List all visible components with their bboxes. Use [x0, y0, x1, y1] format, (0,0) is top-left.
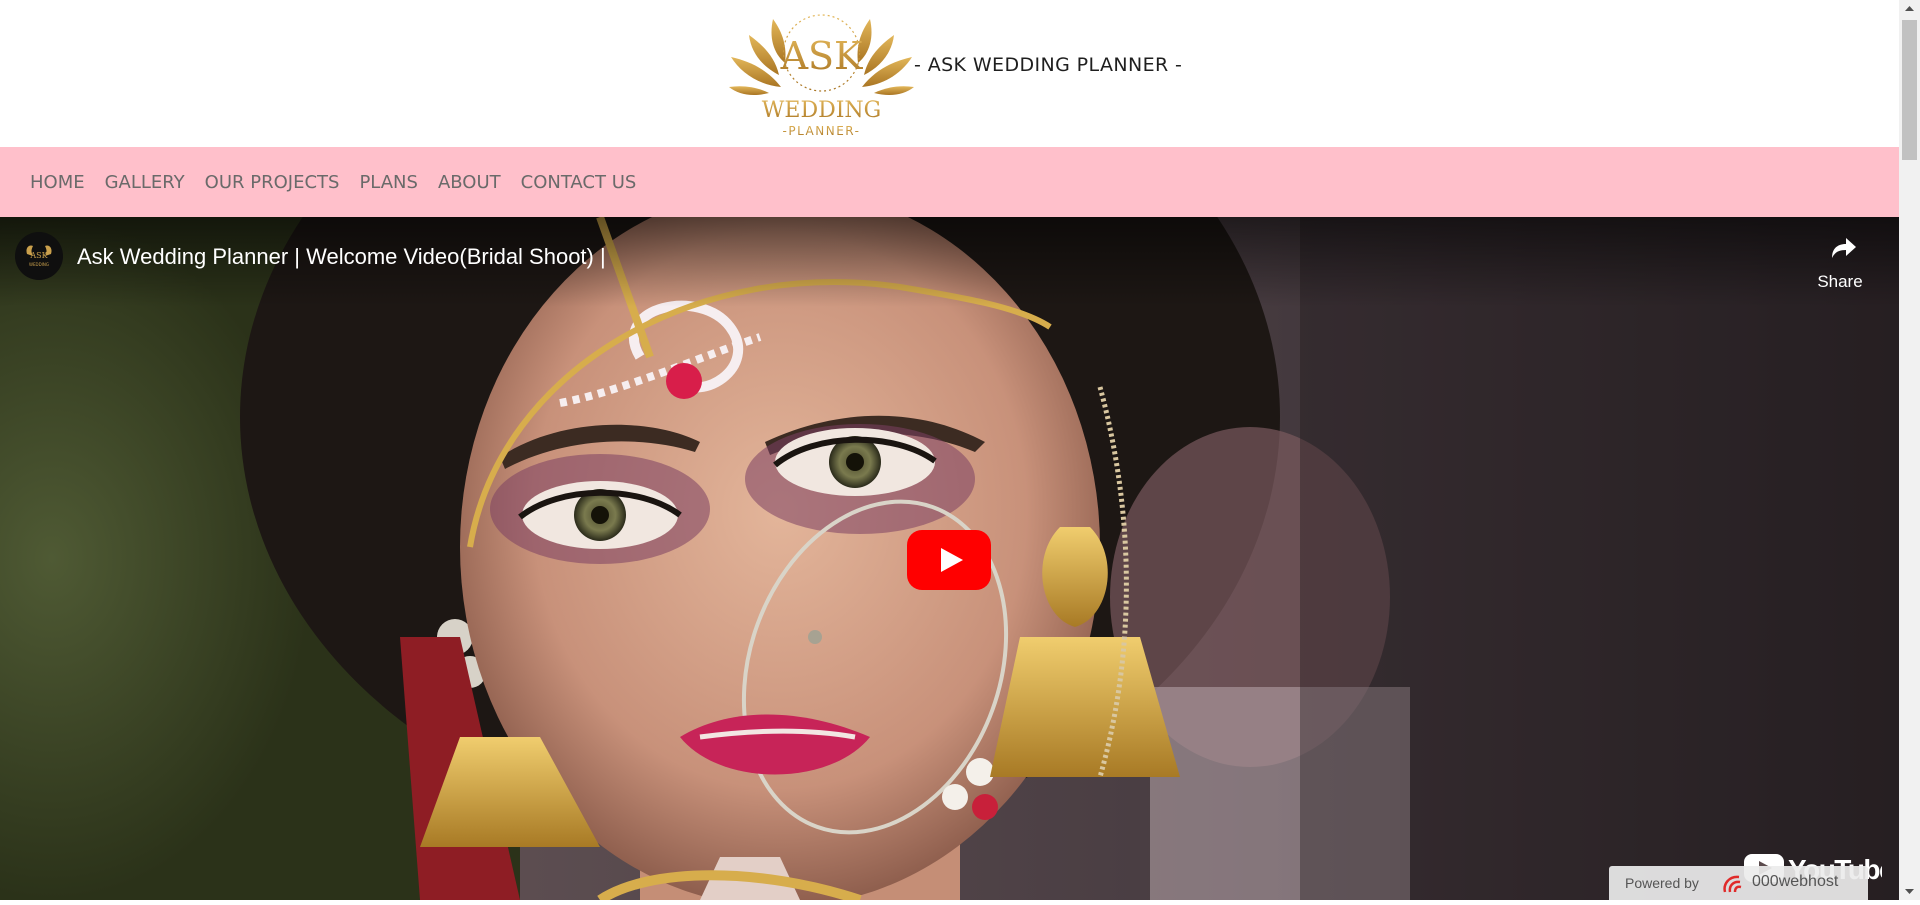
site-logo[interactable]: ASK WEDDING -PLANNER-: [729, 9, 914, 138]
svg-text:ASK: ASK: [29, 251, 48, 260]
nav-item-our-projects[interactable]: OUR PROJECTS: [195, 172, 350, 193]
scroll-down-arrow-icon[interactable]: [1899, 883, 1920, 900]
nav-item-gallery[interactable]: GALLERY: [95, 172, 195, 193]
share-button[interactable]: Share: [1808, 232, 1872, 292]
nav-item-home[interactable]: HOME: [20, 172, 95, 193]
host-name: 000webhost: [1752, 873, 1839, 890]
webhost-icon: [1723, 875, 1742, 893]
youtube-video-embed[interactable]: ASK WEDDING Ask Wedding Planner | Welcom…: [0, 217, 1899, 900]
logo-text-wedding: WEDDING: [762, 98, 881, 123]
svg-text:WEDDING: WEDDING: [29, 262, 49, 267]
logo-text-ask: ASK: [780, 34, 863, 78]
powered-by-badge[interactable]: Powered by 000webhost: [1609, 866, 1868, 900]
brand-text: - ASK WEDDING PLANNER -: [914, 54, 1183, 76]
page-scrollbar[interactable]: [1899, 0, 1920, 900]
video-title[interactable]: Ask Wedding Planner | Welcome Video(Brid…: [77, 244, 606, 270]
share-icon: [1832, 238, 1856, 258]
powered-by-label: Powered by: [1625, 875, 1699, 891]
site-header: ASK WEDDING -PLANNER- - ASK WEDDING PLAN…: [0, 0, 1899, 147]
nav-item-plans[interactable]: PLANS: [349, 172, 428, 193]
main-nav: HOME GALLERY OUR PROJECTS PLANS ABOUT CO…: [0, 147, 1899, 217]
logo-text-planner: -PLANNER-: [783, 124, 861, 138]
page: ASK WEDDING -PLANNER- - ASK WEDDING PLAN…: [0, 0, 1899, 900]
channel-avatar[interactable]: ASK WEDDING: [15, 232, 63, 280]
scroll-up-arrow-icon[interactable]: [1899, 0, 1920, 17]
scrollbar-thumb[interactable]: [1902, 20, 1917, 160]
play-icon: [907, 530, 991, 590]
share-label: Share: [1817, 272, 1863, 291]
nav-item-about[interactable]: ABOUT: [428, 172, 511, 193]
play-button[interactable]: [907, 530, 991, 590]
nav-item-contact-us[interactable]: CONTACT US: [511, 172, 647, 193]
